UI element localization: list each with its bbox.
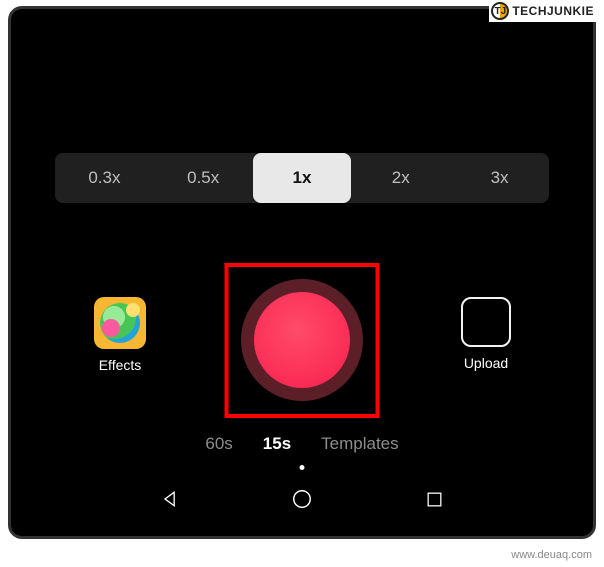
speed-option-3x[interactable]: 3x: [450, 153, 549, 203]
techjunkie-logo-icon: TJ: [491, 2, 509, 20]
record-row: Effects Upload: [21, 267, 583, 437]
speed-option-0-3x[interactable]: 0.3x: [55, 153, 154, 203]
mode-tab-15s[interactable]: 15s: [263, 434, 291, 454]
triangle-back-icon: [160, 489, 180, 509]
mode-tab-60s[interactable]: 60s: [205, 434, 232, 454]
techjunkie-watermark: TJ TECHJUNKIE: [489, 0, 596, 22]
record-icon: [254, 292, 350, 388]
camera-screen: 0.3x 0.5x 1x 2x 3x Effects Upload 60s: [21, 19, 583, 526]
speed-option-0-5x[interactable]: 0.5x: [154, 153, 253, 203]
speed-option-1x[interactable]: 1x: [253, 153, 352, 203]
screenshot-frame: 0.3x 0.5x 1x 2x 3x Effects Upload 60s: [8, 6, 596, 539]
record-button[interactable]: [241, 279, 363, 401]
effects-icon: [94, 297, 146, 349]
effects-button[interactable]: Effects: [85, 297, 155, 373]
nav-recent-button[interactable]: [423, 488, 445, 510]
mode-indicator-dot: [300, 465, 305, 470]
mode-tab-templates[interactable]: Templates: [321, 434, 398, 454]
upload-label: Upload: [451, 355, 521, 371]
speed-selector: 0.3x 0.5x 1x 2x 3x: [55, 153, 549, 203]
nav-home-button[interactable]: [291, 488, 313, 510]
circle-home-icon: [291, 488, 313, 510]
source-credit: www.deuaq.com: [511, 549, 592, 561]
android-nav-bar: [21, 478, 583, 520]
upload-icon: [461, 297, 511, 347]
techjunkie-brand-text: TECHJUNKIE: [512, 4, 594, 18]
mode-selector: 60s 15s Templates: [21, 434, 583, 454]
upload-button[interactable]: Upload: [451, 297, 521, 371]
nav-back-button[interactable]: [159, 488, 181, 510]
square-recent-icon: [425, 490, 444, 509]
speed-option-2x[interactable]: 2x: [351, 153, 450, 203]
effects-label: Effects: [85, 357, 155, 373]
